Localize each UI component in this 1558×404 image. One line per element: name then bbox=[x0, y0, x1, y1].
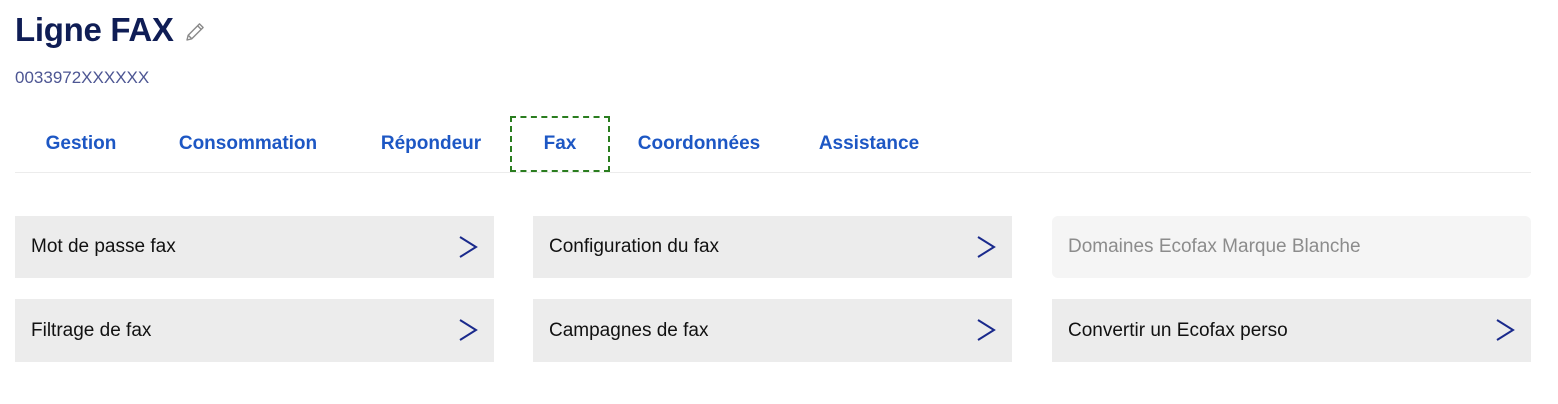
chevron-right-icon bbox=[977, 236, 996, 258]
tile-label: Filtrage de fax bbox=[31, 319, 152, 341]
tab-gestion[interactable]: Gestion bbox=[31, 116, 131, 172]
tile-label: Convertir un Ecofax perso bbox=[1068, 319, 1288, 341]
fax-filtering-tile[interactable]: Filtrage de fax bbox=[15, 299, 494, 362]
password-fax-tile[interactable]: Mot de passe fax bbox=[15, 216, 494, 278]
tab-assistance[interactable]: Assistance bbox=[815, 116, 923, 172]
tile-label: Campagnes de fax bbox=[549, 319, 709, 341]
chevron-right-icon bbox=[977, 319, 996, 341]
convert-ecofax-perso-tile[interactable]: Convertir un Ecofax perso bbox=[1052, 299, 1531, 362]
line-number: 0033972XXXXXX bbox=[15, 68, 150, 87]
tab-consommation[interactable]: Consommation bbox=[169, 116, 327, 172]
tile-label: Domaines Ecofax Marque Blanche bbox=[1068, 236, 1361, 257]
fax-campaigns-tile[interactable]: Campagnes de fax bbox=[533, 299, 1012, 362]
tab-fax[interactable]: Fax bbox=[510, 116, 610, 172]
tab-bar: Gestion Consommation Répondeur Fax Coord… bbox=[15, 114, 1531, 173]
chevron-right-icon bbox=[459, 236, 478, 258]
pencil-icon[interactable] bbox=[183, 20, 207, 44]
page-title: Ligne FAX bbox=[15, 11, 174, 48]
chevron-right-icon bbox=[1496, 319, 1515, 341]
tab-repondeur[interactable]: Répondeur bbox=[375, 116, 487, 172]
fax-configuration-tile[interactable]: Configuration du fax bbox=[533, 216, 1012, 278]
tile-label: Configuration du fax bbox=[549, 236, 720, 257]
ecofax-white-label-domains-tile: Domaines Ecofax Marque Blanche bbox=[1052, 216, 1531, 278]
page: Ligne FAX 0033972XXXXXX Gestion Consomma… bbox=[0, 0, 1558, 404]
tab-coordonnees[interactable]: Coordonnées bbox=[633, 116, 765, 172]
chevron-right-icon bbox=[459, 319, 478, 341]
tile-label: Mot de passe fax bbox=[31, 236, 176, 257]
title-row: Ligne FAX bbox=[15, 8, 207, 52]
